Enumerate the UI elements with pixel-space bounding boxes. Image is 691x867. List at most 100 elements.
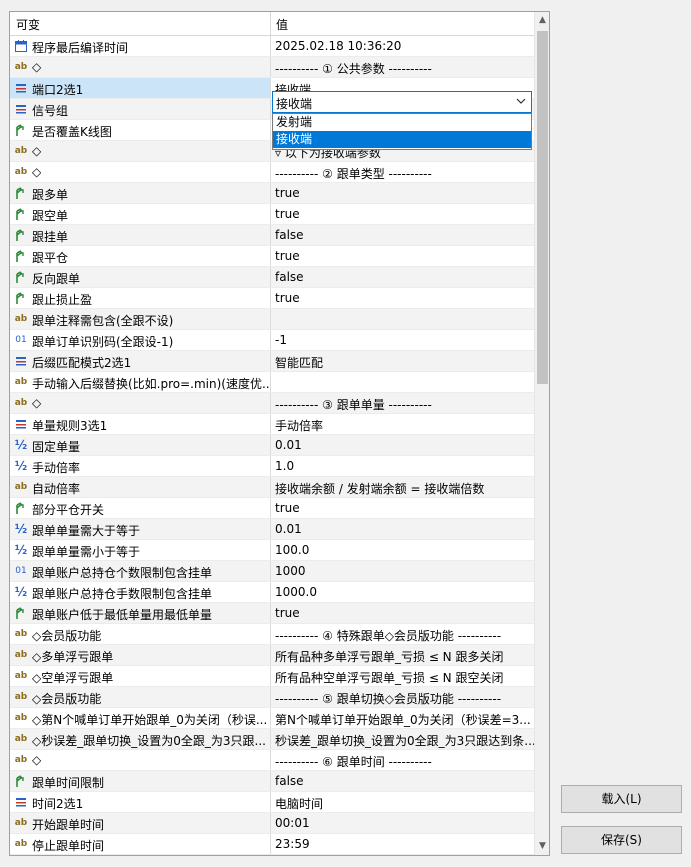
- parameter-row[interactable]: ½ 固定单量 0.01: [10, 435, 534, 456]
- parameter-row[interactable]: ab 手动输入后缀替换(比如.pro=.min)(速度优...: [10, 372, 534, 393]
- parameter-row[interactable]: 跟空单 true: [10, 204, 534, 225]
- parameter-value-cell[interactable]: 100.0: [271, 540, 534, 560]
- parameter-value-cell[interactable]: 智能匹配: [271, 351, 534, 371]
- parameter-value-cell[interactable]: 秒误差_跟单切换_设置为0全跟_为3只跟达到条...: [271, 729, 534, 749]
- save-button[interactable]: 保存(S): [561, 826, 682, 854]
- parameter-row[interactable]: 跟单账户低于最低单量用最低单量 true: [10, 603, 534, 624]
- parameter-name-cell[interactable]: ab 跟单注释需包含(全跟不设): [10, 309, 271, 329]
- parameter-value-cell[interactable]: false: [271, 771, 534, 791]
- parameter-value-cell[interactable]: -1: [271, 330, 534, 350]
- parameter-value-cell[interactable]: true: [271, 183, 534, 203]
- parameter-name-cell[interactable]: 跟止损止盈: [10, 288, 271, 308]
- parameter-row[interactable]: ab ◇ ---------- ⑥ 跟单时间 ----------: [10, 750, 534, 771]
- parameter-name-cell[interactable]: ab ◇会员版功能: [10, 687, 271, 707]
- parameter-row[interactable]: ½ 跟单单量需小于等于 100.0: [10, 540, 534, 561]
- parameter-name-cell[interactable]: ab ◇: [10, 393, 271, 413]
- parameter-name-cell[interactable]: ½ 手动倍率: [10, 456, 271, 476]
- parameter-row[interactable]: 程序最后编译时间 2025.02.18 10:36:20: [10, 36, 534, 57]
- parameter-name-cell[interactable]: 反向跟单: [10, 267, 271, 287]
- parameter-value-cell[interactable]: true: [271, 204, 534, 224]
- parameter-name-cell[interactable]: 程序最后编译时间: [10, 36, 271, 56]
- parameter-row[interactable]: 跟单时间限制 false: [10, 771, 534, 792]
- parameter-value-cell[interactable]: 2025.02.18 10:36:20: [271, 36, 534, 56]
- parameter-value-cell[interactable]: 手动倍率: [271, 414, 534, 434]
- parameter-row[interactable]: 跟止损止盈 true: [10, 288, 534, 309]
- parameter-row[interactable]: ab ◇秒误差_跟单切换_设置为0全跟_为3只跟... 秒误差_跟单切换_设置为0全…: [10, 729, 534, 750]
- parameter-row[interactable]: ab ◇会员版功能 ---------- ⑤ 跟单切换◇会员版功能 --------…: [10, 687, 534, 708]
- parameter-name-cell[interactable]: 时间2选1: [10, 792, 271, 812]
- chevron-down-icon[interactable]: [515, 95, 527, 107]
- parameter-row[interactable]: 01 跟单账户总持仓个数限制包含挂单 1000: [10, 561, 534, 582]
- parameter-name-cell[interactable]: ab ◇: [10, 162, 271, 182]
- parameter-row[interactable]: 跟平仓 true: [10, 246, 534, 267]
- parameter-name-cell[interactable]: ab ◇多单浮亏跟单: [10, 645, 271, 665]
- parameter-name-cell[interactable]: 跟挂单: [10, 225, 271, 245]
- parameter-value-cell[interactable]: 23:59: [271, 834, 534, 854]
- dropdown-option-sender[interactable]: 发射端: [273, 114, 531, 131]
- parameter-name-cell[interactable]: 01 跟单账户总持仓个数限制包含挂单: [10, 561, 271, 581]
- parameter-name-cell[interactable]: ab ◇会员版功能: [10, 624, 271, 644]
- parameter-value-cell[interactable]: ---------- ① 公共参数 ----------: [271, 57, 534, 77]
- parameter-value-cell[interactable]: true: [271, 288, 534, 308]
- parameter-row[interactable]: ab 停止跟单时间 23:59: [10, 834, 534, 855]
- parameter-row[interactable]: 部分平仓开关 true: [10, 498, 534, 519]
- scrollbar-thumb[interactable]: [537, 31, 548, 384]
- parameter-name-cell[interactable]: ab ◇秒误差_跟单切换_设置为0全跟_为3只跟...: [10, 729, 271, 749]
- parameter-row[interactable]: ab 跟单注释需包含(全跟不设): [10, 309, 534, 330]
- parameter-value-cell[interactable]: 所有品种多单浮亏跟单_亏损 ≤ N 跟多关闭: [271, 645, 534, 665]
- parameter-value-cell[interactable]: true: [271, 603, 534, 623]
- parameter-row[interactable]: ab ◇多单浮亏跟单 所有品种多单浮亏跟单_亏损 ≤ N 跟多关闭: [10, 645, 534, 666]
- parameter-name-cell[interactable]: ½ 跟单单量需小于等于: [10, 540, 271, 560]
- parameter-row[interactable]: 跟挂单 false: [10, 225, 534, 246]
- parameter-row[interactable]: 后缀匹配模式2选1 智能匹配: [10, 351, 534, 372]
- parameter-value-cell[interactable]: 00:01: [271, 813, 534, 833]
- parameter-row[interactable]: ab ◇ ---------- ③ 跟单单量 ----------: [10, 393, 534, 414]
- parameter-row[interactable]: ½ 跟单单量需大于等于 0.01: [10, 519, 534, 540]
- parameter-value-cell[interactable]: 1.0: [271, 456, 534, 476]
- parameter-name-cell[interactable]: ab 停止跟单时间: [10, 834, 271, 854]
- parameter-value-cell[interactable]: ---------- ② 跟单类型 ----------: [271, 162, 534, 182]
- parameter-name-cell[interactable]: ½ 跟单单量需大于等于: [10, 519, 271, 539]
- parameter-name-cell[interactable]: ½ 固定单量: [10, 435, 271, 455]
- parameter-value-cell[interactable]: true: [271, 246, 534, 266]
- parameter-name-cell[interactable]: ab ◇: [10, 750, 271, 770]
- parameter-row[interactable]: ab 开始跟单时间 00:01: [10, 813, 534, 834]
- parameter-name-cell[interactable]: 跟单账户低于最低单量用最低单量: [10, 603, 271, 623]
- parameter-value-cell[interactable]: ---------- ③ 跟单单量 ----------: [271, 393, 534, 413]
- parameter-name-cell[interactable]: ab 自动倍率: [10, 477, 271, 497]
- column-header-variable[interactable]: 可变: [16, 16, 40, 33]
- parameter-name-cell[interactable]: ab ◇第N个喊单订单开始跟单_0为关闭（秒误...: [10, 708, 271, 728]
- parameter-value-cell[interactable]: [271, 372, 534, 392]
- parameter-name-cell[interactable]: ab ◇: [10, 141, 271, 161]
- parameter-row[interactable]: 反向跟单 false: [10, 267, 534, 288]
- parameter-name-cell[interactable]: 跟单时间限制: [10, 771, 271, 791]
- parameter-value-cell[interactable]: false: [271, 225, 534, 245]
- parameter-value-cell[interactable]: 1000: [271, 561, 534, 581]
- parameter-value-cell[interactable]: ---------- ④ 特殊跟单◇会员版功能 ----------: [271, 624, 534, 644]
- vertical-scrollbar[interactable]: ▲ ▼: [534, 12, 549, 855]
- parameter-row[interactable]: 01 跟单订单识别码(全跟设-1) -1: [10, 330, 534, 351]
- scroll-up-arrow-icon[interactable]: ▲: [535, 12, 549, 29]
- parameter-value-cell[interactable]: 第N个喊单订单开始跟单_0为关闭（秒误差=3...: [271, 708, 534, 728]
- parameter-row[interactable]: ab ◇空单浮亏跟单 所有品种空单浮亏跟单_亏损 ≤ N 跟空关闭: [10, 666, 534, 687]
- parameter-value-cell[interactable]: [271, 309, 534, 329]
- parameter-name-cell[interactable]: 后缀匹配模式2选1: [10, 351, 271, 371]
- parameter-name-cell[interactable]: 跟空单: [10, 204, 271, 224]
- parameter-value-cell[interactable]: false: [271, 267, 534, 287]
- dropdown-option-receiver[interactable]: 接收端: [273, 131, 531, 148]
- column-header-value[interactable]: 值: [276, 16, 288, 33]
- parameter-value-cell[interactable]: 接收端余额 / 发射端余额 = 接收端倍数: [271, 477, 534, 497]
- parameter-value-cell[interactable]: 电脑时间: [271, 792, 534, 812]
- parameter-value-cell[interactable]: 所有品种空单浮亏跟单_亏损 ≤ N 跟空关闭: [271, 666, 534, 686]
- parameter-name-cell[interactable]: ab ◇空单浮亏跟单: [10, 666, 271, 686]
- parameter-name-cell[interactable]: 跟平仓: [10, 246, 271, 266]
- parameter-name-cell[interactable]: 跟多单: [10, 183, 271, 203]
- parameter-row[interactable]: ab ◇ ---------- ① 公共参数 ----------: [10, 57, 534, 78]
- parameter-name-cell[interactable]: 部分平仓开关: [10, 498, 271, 518]
- load-button[interactable]: 载入(L): [561, 785, 682, 813]
- parameter-row[interactable]: ab ◇会员版功能 ---------- ④ 特殊跟单◇会员版功能 --------…: [10, 624, 534, 645]
- parameter-value-cell[interactable]: 0.01: [271, 435, 534, 455]
- parameter-row[interactable]: ab 自动倍率 接收端余额 / 发射端余额 = 接收端倍数: [10, 477, 534, 498]
- scroll-down-arrow-icon[interactable]: ▼: [535, 838, 549, 855]
- parameter-row[interactable]: 跟多单 true: [10, 183, 534, 204]
